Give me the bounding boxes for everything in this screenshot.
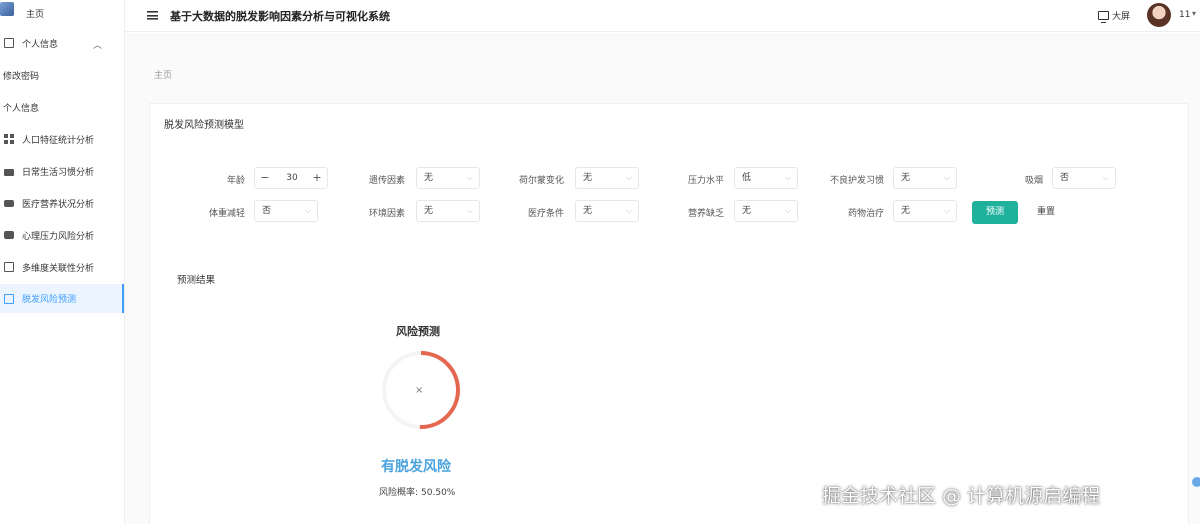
age-label: 年龄 — [226, 176, 245, 186]
top-header: 基于大数据的脱发影响因素分析与可视化系统 大屏 11 ▾ — [125, 0, 1200, 32]
nutrition-label: 营养缺乏 — [687, 209, 724, 219]
probability-label: 风险概率: — [379, 488, 419, 498]
weight-loss-value: 否 — [262, 206, 272, 216]
sidebar-item-label: 日常生活习惯分析 — [22, 167, 95, 178]
avatar[interactable] — [1147, 3, 1171, 27]
nutrition-value: 无 — [742, 206, 752, 216]
sidebar-item-label: 心理压力风险分析 — [22, 231, 95, 242]
prediction-card: 脱发风险预测模型 年龄 − 30 + 遗传因素 无 ⌵ 荷尔蒙变化 无 ⌵ 压力… — [149, 103, 1189, 524]
briefcase-icon — [4, 169, 14, 176]
sidebar-item-home[interactable]: 主页 — [0, 0, 124, 26]
hormones-value: 无 — [583, 173, 593, 183]
medical-select[interactable]: 无 ⌵ — [575, 200, 639, 222]
sidebar-item-demographics[interactable]: 人口特征统计分析 — [0, 126, 124, 152]
chevron-down-icon: ⌵ — [943, 173, 950, 182]
medication-select[interactable]: 无 ⌵ — [893, 200, 957, 222]
sidebar-item-label: 脱发风险预测 — [22, 295, 77, 305]
app-title: 基于大数据的脱发影响因素分析与可视化系统 — [170, 10, 390, 23]
genetics-label: 遗传因素 — [368, 176, 405, 186]
chevron-up-icon: ︿ — [92, 41, 102, 51]
chevron-down-icon: ⌵ — [466, 206, 473, 215]
gauge-arc — [419, 351, 460, 429]
close-icon: × — [415, 385, 424, 396]
chevron-down-icon: ⌵ — [943, 206, 950, 215]
nutrition-select[interactable]: 无 ⌵ — [734, 200, 798, 222]
hormones-label: 荷尔蒙变化 — [518, 176, 564, 186]
card-icon — [4, 293, 14, 304]
sidebar-item-label: 主页 — [26, 9, 45, 20]
sidebar-item-stress[interactable]: 心理压力风险分析 — [0, 222, 124, 248]
sidebar-item-profile[interactable]: 个人信息 — [0, 94, 124, 120]
sidebar-item-correlation[interactable]: 多维度关联性分析 — [0, 254, 124, 280]
age-stepper[interactable]: − 30 + — [254, 167, 328, 189]
sidebar-item-label: 个人信息 — [3, 103, 40, 114]
floating-button[interactable] — [1192, 477, 1200, 487]
minus-icon[interactable]: − — [255, 168, 275, 188]
chevron-down-icon: ⌵ — [625, 206, 632, 215]
chevron-down-icon: ⌵ — [784, 173, 791, 182]
sidebar-item-label: 个人信息 — [22, 39, 59, 50]
smoking-select[interactable]: 否 ⌵ — [1052, 167, 1116, 189]
stress-label: 压力水平 — [687, 176, 724, 186]
risk-label: 有脱发风险 — [381, 459, 451, 475]
medication-label: 药物治疗 — [847, 209, 884, 219]
result-section-title: 预测结果 — [177, 275, 216, 286]
medical-value: 无 — [583, 206, 593, 216]
probability-value: 50.50% — [421, 488, 456, 498]
smoking-value: 否 — [1060, 173, 1070, 183]
breadcrumb[interactable]: 主页 — [154, 68, 172, 81]
reset-button[interactable]: 重置 — [1023, 201, 1069, 224]
user-card-icon — [4, 38, 14, 48]
genetics-value: 无 — [424, 173, 434, 183]
genetics-select[interactable]: 无 ⌵ — [416, 167, 480, 189]
hair-care-value: 无 — [901, 173, 911, 183]
sidebar-item-risk-prediction[interactable]: 脱发风险预测 — [0, 284, 124, 313]
hamburger-menu-icon[interactable] — [147, 11, 158, 20]
medication-value: 无 — [901, 206, 911, 216]
sidebar-item-label: 人口特征统计分析 — [22, 135, 95, 146]
chevron-down-icon: ⌵ — [304, 206, 311, 215]
gauge-title: 风险预测 — [396, 325, 440, 338]
sidebar: 主页 个人信息 ︿ 修改密码 个人信息 人口特征统计分析 日常生活习惯分析 医疗… — [0, 0, 125, 524]
main-content: 主页 脱发风险预测模型 年龄 − 30 + 遗传因素 无 ⌵ 荷尔蒙变化 无 ⌵… — [125, 33, 1200, 524]
hair-care-select[interactable]: 无 ⌵ — [893, 167, 957, 189]
sidebar-item-label: 医疗营养状况分析 — [22, 199, 95, 210]
chat-icon — [4, 231, 14, 239]
sidebar-item-label: 多维度关联性分析 — [22, 263, 95, 274]
risk-probability: 风险概率: 50.50% — [379, 485, 455, 498]
copy-icon — [4, 262, 14, 272]
watermark: 掘金技术社区 @ 计算机源启编程 — [822, 485, 1101, 507]
card-title: 脱发风险预测模型 — [164, 120, 244, 131]
chevron-down-icon: ⌵ — [1102, 173, 1109, 182]
username[interactable]: 11 — [1179, 10, 1190, 20]
age-value[interactable]: 30 — [277, 173, 307, 183]
stress-select[interactable]: 低 ⌵ — [734, 167, 798, 189]
sidebar-item-change-password[interactable]: 修改密码 — [0, 62, 124, 88]
weight-loss-select[interactable]: 否 ⌵ — [254, 200, 318, 222]
medical-label: 医疗条件 — [527, 209, 564, 219]
bigscreen-button[interactable]: 大屏 — [1098, 9, 1131, 23]
environment-value: 无 — [424, 206, 434, 216]
environment-select[interactable]: 无 ⌵ — [416, 200, 480, 222]
stress-value: 低 — [742, 173, 752, 183]
sidebar-item-medical[interactable]: 医疗营养状况分析 — [0, 190, 124, 216]
hair-care-label: 不良护发习惯 — [829, 176, 884, 186]
chat-icon — [4, 199, 14, 207]
grid-icon — [4, 134, 14, 144]
environment-label: 环境因素 — [368, 209, 405, 219]
weight-loss-label: 体重减轻 — [208, 209, 245, 219]
bigscreen-label: 大屏 — [1112, 12, 1131, 22]
chevron-down-icon: ⌵ — [625, 173, 632, 182]
sidebar-item-label: 修改密码 — [3, 71, 40, 82]
monitor-icon — [1098, 11, 1109, 23]
chevron-down-icon: ⌵ — [466, 173, 473, 182]
predict-button[interactable]: 预测 — [972, 201, 1018, 224]
caret-down-icon[interactable]: ▾ — [1192, 9, 1196, 18]
hormones-select[interactable]: 无 ⌵ — [575, 167, 639, 189]
smoking-label: 吸烟 — [1024, 176, 1043, 186]
plus-icon[interactable]: + — [307, 168, 327, 188]
sidebar-item-lifestyle[interactable]: 日常生活习惯分析 — [0, 158, 124, 184]
sidebar-item-profile-group[interactable]: 个人信息 ︿ — [0, 30, 124, 56]
chevron-down-icon: ⌵ — [784, 206, 791, 215]
